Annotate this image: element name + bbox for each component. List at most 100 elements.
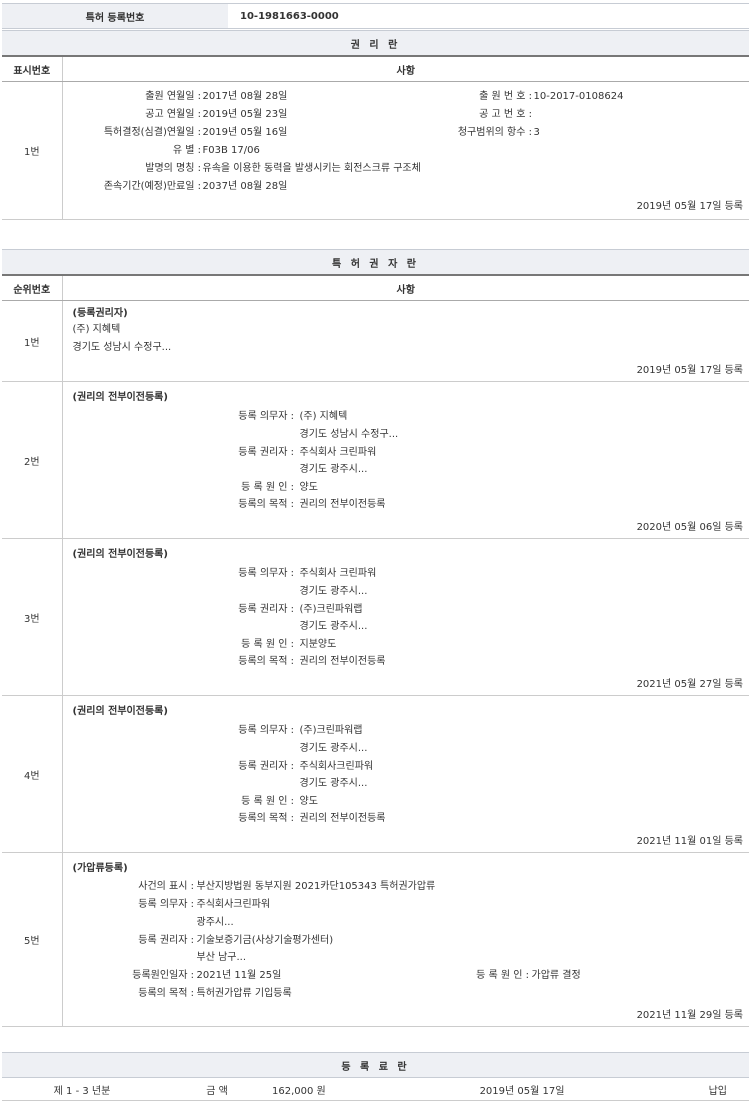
filing-date-label: 출원 연월일 :: [145, 91, 201, 102]
invention-title: 유속을 이용한 동력을 발생시키는 회전스크류 구조체: [202, 163, 421, 174]
fee-amount: 162,000 원: [272, 1077, 402, 1101]
entry-date: 2021년 11월 29일 등록: [636, 1010, 743, 1021]
entry-date: 2020년 05월 06일 등록: [636, 522, 743, 533]
obligor: (주) 지혜텍: [299, 411, 348, 422]
classification: F03B 17/06: [202, 145, 260, 156]
holder-label: 등록 권리자 :: [238, 447, 294, 458]
cause-date-label: 등록원인일자 :: [132, 970, 194, 981]
cause-label: 등 록 원 인 :: [241, 639, 294, 650]
holder-address: 경기도 광주시...: [299, 464, 368, 475]
entry-date: 2019년 05월 17일 등록: [636, 365, 743, 376]
entry-heading: (권리의 전부이전등록): [72, 549, 168, 560]
rights-row-number: 1번: [2, 81, 63, 220]
entry-heading: (가압류등록): [72, 863, 128, 874]
holder-row: 4번 (권리의 전부이전등록) 등록 의무자 : (주)크린파워랩 경기도 광주…: [2, 695, 749, 853]
registration-number-bar: 특허 등록번호 10-1981663-0000: [2, 3, 749, 29]
holder: 주식회사크린파워: [299, 761, 374, 772]
purpose-label: 등록의 목적 :: [238, 656, 294, 667]
obligor-label: 등록 의무자 :: [138, 899, 194, 910]
obligor: 주식회사크린파워: [196, 899, 271, 910]
fee-amount-label: 금 액: [162, 1077, 272, 1101]
holder-row-number: 3번: [2, 538, 63, 696]
cause: 양도: [299, 796, 318, 807]
purpose-label: 등록의 목적 :: [138, 988, 194, 999]
obligor-label: 등록 의무자 :: [238, 411, 294, 422]
purpose: 권리의 전부이전등록: [299, 499, 386, 510]
expiry-date: 2037년 08월 28일: [202, 181, 288, 192]
publication-number-label: 공 고 번 호 :: [479, 109, 532, 120]
holder-label: 등록 권리자 :: [138, 935, 194, 946]
registration-number-value: 10-1981663-0000: [228, 3, 749, 29]
cause-date: 2021년 11월 25일: [196, 970, 282, 981]
obligor-address: 광주시...: [196, 917, 234, 928]
holder-row-number: 4번: [2, 695, 63, 853]
holders-col-details: 사항: [62, 274, 749, 301]
cause-label: 등 록 원 인 :: [241, 796, 294, 807]
purpose: 권리의 전부이전등록: [299, 813, 386, 824]
holder-row: 2번 (권리의 전부이전등록) 등록 의무자 : (주) 지혜텍 경기도 성남시…: [2, 381, 749, 539]
entry-heading: (권리의 전부이전등록): [72, 706, 168, 717]
holder-row: 5번 (가압류등록) 사건의 표시 : 부산지방법원 동부지원 2021카단10…: [2, 852, 749, 1027]
claims-count-label: 청구범위의 항수 :: [457, 127, 532, 138]
entry-heading: (등록권리자): [72, 308, 128, 319]
holder-row-number: 2번: [2, 381, 63, 539]
holder: 주식회사 크린파워: [299, 447, 377, 458]
rights-col-details: 사항: [62, 55, 749, 82]
holders-col-number: 순위번호: [2, 274, 63, 301]
holder-label: 등록 권리자 :: [238, 604, 294, 615]
holder-row: 1번 (등록권리자) (주) 지혜텍 경기도 성남시 수정구... 2019년 …: [2, 300, 749, 382]
fee-status: 납입: [642, 1077, 749, 1101]
holder-address: 경기도 성남시 수정구...: [72, 342, 172, 353]
rights-section: 권 리 란 표시번호 사항 1번 출원 연월일 : 2017년 08월 28일 …: [2, 30, 749, 220]
purpose: 권리의 전부이전등록: [299, 656, 386, 667]
fee-date: 2019년 05월 17일: [402, 1077, 642, 1101]
holder-row: 3번 (권리의 전부이전등록) 등록 의무자 : 주식회사 크린파워 경기도 광…: [2, 538, 749, 696]
expiry-date-label: 존속기간(예정)만료일 :: [103, 181, 201, 192]
purpose-label: 등록의 목적 :: [238, 499, 294, 510]
fees-section-title: 등 록 료 란: [2, 1052, 749, 1078]
application-number-label: 출 원 번 호 :: [479, 91, 532, 102]
cause-label: 등 록 원 인 :: [241, 482, 294, 493]
application-number: 10-2017-0108624: [533, 91, 624, 102]
rights-row: 1번 출원 연월일 : 2017년 08월 28일 출 원 번 호 : 10-2…: [2, 81, 749, 220]
purpose-label: 등록의 목적 :: [238, 813, 294, 824]
entry-date: 2021년 05월 27일 등록: [636, 679, 743, 690]
claims-count: 3: [533, 127, 540, 138]
cause: 가압류 결정: [531, 970, 581, 981]
publication-date: 2019년 05월 23일: [202, 109, 288, 120]
filing-date: 2017년 08월 28일: [202, 91, 288, 102]
invention-title-label: 발명의 명칭 :: [145, 163, 201, 174]
holder-label: 등록 권리자 :: [238, 761, 294, 772]
obligor-label: 등록 의무자 :: [238, 725, 294, 736]
holder: (주)크린파워랩: [299, 604, 363, 615]
registration-date: 2019년 05월 17일 등록: [636, 201, 743, 212]
entry-heading: (권리의 전부이전등록): [72, 392, 168, 403]
decision-date-label: 특허결정(심결)연월일 :: [103, 127, 201, 138]
fees-section: 등 록 료 란 제 1 - 3 년분 금 액 162,000 원 2019년 0…: [2, 1052, 749, 1101]
fee-period: 제 1 - 3 년분: [2, 1077, 162, 1101]
holder-row-number: 5번: [2, 852, 63, 1027]
decision-date: 2019년 05월 16일: [202, 127, 288, 138]
case: 부산지방법원 동부지원 2021카단105343 특허권가압류: [196, 881, 436, 892]
rights-col-number: 표시번호: [2, 55, 63, 82]
classification-label: 유 별 :: [172, 145, 201, 156]
holders-section-title: 특 허 권 자 란: [2, 249, 749, 275]
obligor-label: 등록 의무자 :: [238, 568, 294, 579]
cause-label: 등 록 원 인 :: [476, 970, 529, 981]
registration-number-label: 특허 등록번호: [2, 3, 228, 29]
cause: 지분양도: [299, 639, 337, 650]
purpose: 특허권가압류 기입등록: [196, 988, 292, 999]
holder-row-number: 1번: [2, 300, 63, 382]
holder-address: 부산 남구...: [196, 952, 247, 963]
publication-date-label: 공고 연월일 :: [145, 109, 201, 120]
obligor: 주식회사 크린파워: [299, 568, 377, 579]
holder: 기술보증기금(사상기술평가센터): [196, 935, 334, 946]
cause: 양도: [299, 482, 318, 493]
entry-date: 2021년 11월 01일 등록: [636, 836, 743, 847]
holders-section: 특 허 권 자 란 순위번호 사항 1번 (등록권리자) (주) 지혜텍 경기도…: [2, 249, 749, 1027]
obligor: (주)크린파워랩: [299, 725, 363, 736]
holder-address: 경기도 광주시...: [299, 621, 368, 632]
obligor-address: 경기도 광주시...: [299, 743, 368, 754]
fee-row: 제 1 - 3 년분 금 액 162,000 원 2019년 05월 17일 납…: [2, 1077, 749, 1101]
holder-address: 경기도 광주시...: [299, 778, 368, 789]
